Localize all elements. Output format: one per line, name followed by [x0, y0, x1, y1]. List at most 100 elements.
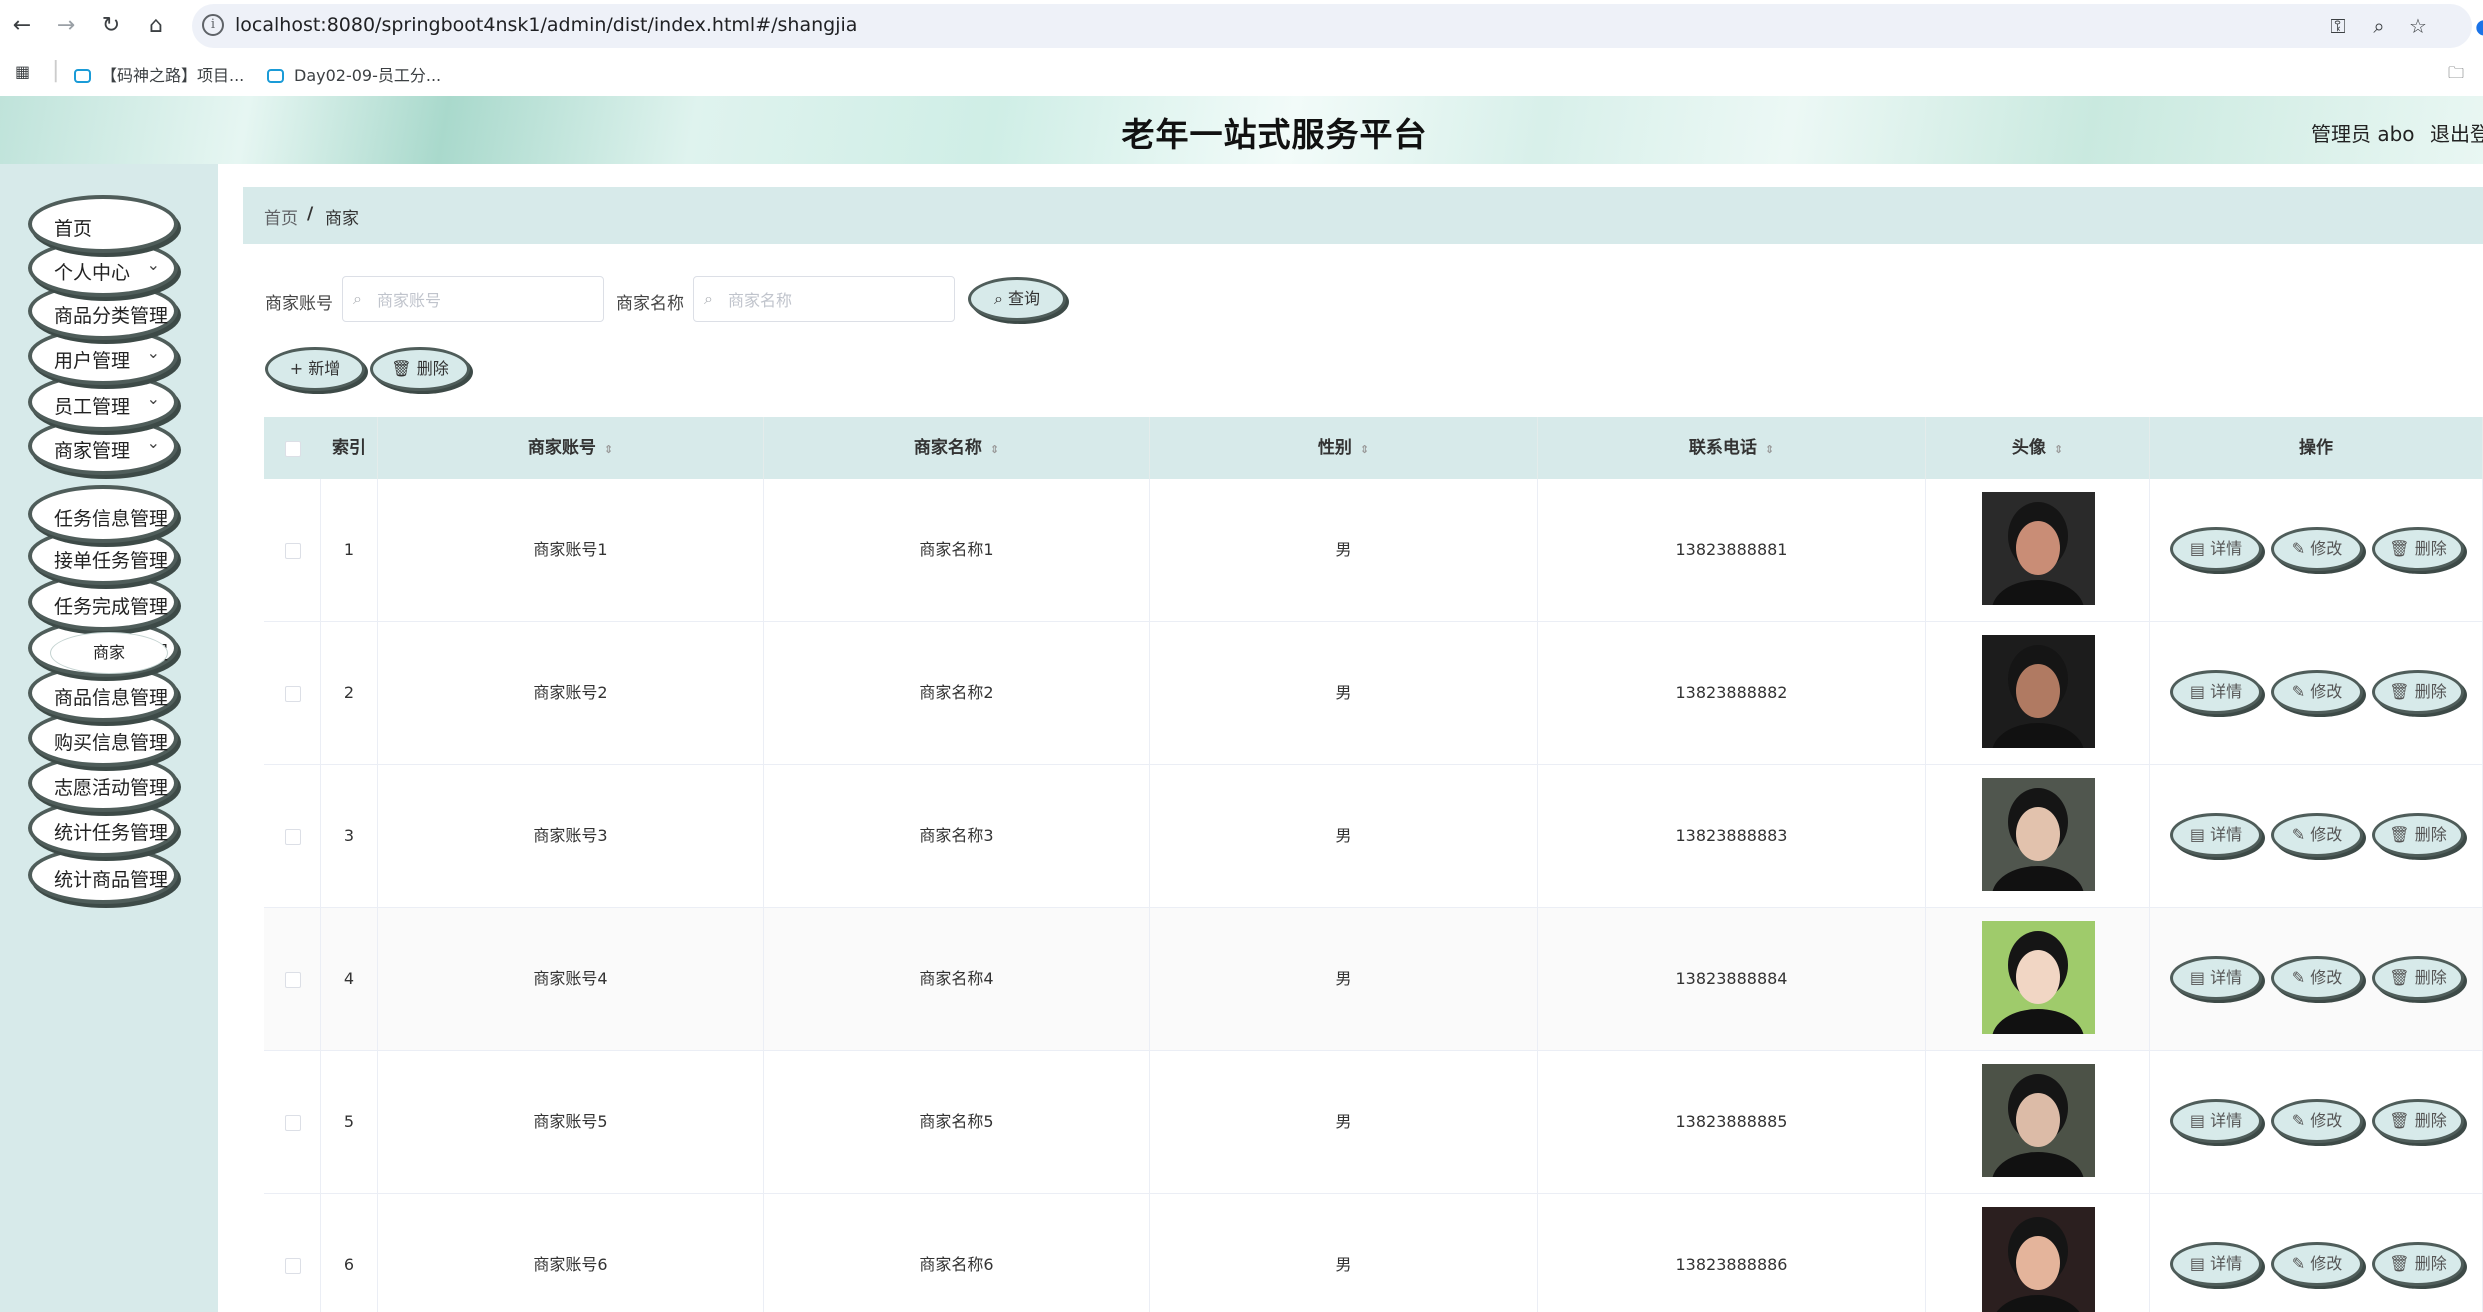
cell-name: 商家名称2 — [764, 622, 1150, 764]
sidebar-item-0[interactable]: 首页 — [28, 195, 178, 253]
zoom-icon[interactable]: ⌕ — [2366, 14, 2392, 38]
cell-phone: 13823888881 — [1538, 479, 1926, 621]
sidebar: 统计商品管理统计任务管理志愿活动管理购买信息管理商品信息管理店铺信息管理任务完成… — [0, 164, 218, 1312]
home-icon[interactable]: ⌂ — [140, 10, 172, 42]
browser-toolbar: ← → ↻ ⌂ i localhost:8080/springboot4nsk1… — [0, 0, 2483, 52]
cell-operations: ▤ 详情 ✎ 修改 🗑 删除 — [2150, 479, 2483, 621]
row-checkbox-cell — [264, 479, 321, 621]
sidebar-item-label: 首页 — [54, 218, 93, 240]
delete-button[interactable]: 🗑 删除 — [2372, 527, 2464, 571]
cell-name: 商家名称4 — [764, 908, 1150, 1050]
detail-icon: ▤ — [2189, 1111, 2211, 1130]
table-row: 1 商家账号1 商家名称1 男 13823888881 ▤ 详情 ✎ 修改 🗑 删除 — [264, 479, 2483, 622]
apps-grid-icon[interactable]: ▦ — [15, 62, 30, 81]
delete-button[interactable]: 🗑 删除 — [2372, 670, 2464, 714]
sidebar-subitem-shangjia[interactable]: 商家 — [50, 632, 168, 674]
edit-icon: ✎ — [2291, 1111, 2311, 1130]
detail-button[interactable]: ▤ 详情 — [2170, 1242, 2262, 1286]
name-search-field[interactable]: ⌕ — [693, 276, 955, 322]
detail-button[interactable]: ▤ 详情 — [2170, 813, 2262, 857]
forward-icon[interactable]: → — [50, 10, 82, 42]
address-bar[interactable]: i localhost:8080/springboot4nsk1/admin/d… — [192, 4, 2472, 48]
cell-account: 商家账号6 — [378, 1194, 764, 1312]
cell-phone: 13823888885 — [1538, 1051, 1926, 1193]
cell-index: 5 — [321, 1051, 378, 1193]
sort-icon[interactable]: ⇕ — [604, 443, 613, 456]
back-icon[interactable]: ← — [6, 10, 38, 42]
account-search-field[interactable]: ⌕ — [342, 276, 604, 322]
bookmark-item-1[interactable]: 【码神之路】项目... — [74, 62, 244, 86]
url-text: localhost:8080/springboot4nsk1/admin/dis… — [235, 14, 858, 36]
cell-gender: 男 — [1150, 479, 1538, 621]
edit-icon: ✎ — [2291, 682, 2311, 701]
sort-icon[interactable]: ⇕ — [990, 443, 999, 456]
select-all-checkbox[interactable] — [285, 441, 301, 457]
delete-button[interactable]: 🗑 删除 — [2372, 813, 2464, 857]
account-search-input[interactable] — [375, 286, 579, 314]
table-row: 2 商家账号2 商家名称2 男 13823888882 ▤ 详情 ✎ 修改 🗑 删除 — [264, 622, 2483, 765]
edit-button[interactable]: ✎ 修改 — [2271, 670, 2363, 714]
delete-button[interactable]: 🗑 删除 — [2372, 956, 2464, 1000]
admin-name: 管理员 abo — [2311, 122, 2415, 146]
delete-button[interactable]: 🗑 删除 — [2372, 1242, 2464, 1286]
avatar — [1982, 635, 2095, 748]
edit-button[interactable]: ✎ 修改 — [2271, 1099, 2363, 1143]
detail-icon: ▤ — [2189, 968, 2211, 987]
edit-icon: ✎ — [2291, 968, 2311, 987]
table-row: 6 商家账号6 商家名称6 男 13823888886 ▤ 详情 ✎ 修改 🗑 删除 — [264, 1194, 2483, 1312]
cell-name: 商家名称3 — [764, 765, 1150, 907]
edit-button[interactable]: ✎ 修改 — [2271, 527, 2363, 571]
column-header-3[interactable]: 性别 ⇕ — [1150, 417, 1538, 479]
sidebar-item-label: 个人中心 — [54, 262, 131, 284]
row-checkbox[interactable] — [285, 686, 301, 702]
profile-icon[interactable]: ● — [2468, 10, 2483, 42]
name-search-input[interactable] — [726, 286, 930, 314]
delete-button[interactable]: 🗑 删除 — [2372, 1099, 2464, 1143]
row-checkbox[interactable] — [285, 829, 301, 845]
cell-account: 商家账号4 — [378, 908, 764, 1050]
detail-button[interactable]: ▤ 详情 — [2170, 670, 2262, 714]
column-header-5[interactable]: 头像 ⇕ — [1926, 417, 2150, 479]
cell-phone: 13823888886 — [1538, 1194, 1926, 1312]
trash-icon: 🗑 — [2389, 968, 2415, 987]
detail-button[interactable]: ▤ 详情 — [2170, 527, 2262, 571]
logout-link[interactable]: 退出登录 — [2430, 118, 2483, 147]
sort-icon[interactable]: ⇕ — [1765, 443, 1774, 456]
detail-button[interactable]: ▤ 详情 — [2170, 956, 2262, 1000]
row-checkbox-cell — [264, 622, 321, 764]
column-header-4[interactable]: 联系电话 ⇕ — [1538, 417, 1926, 479]
edit-button[interactable]: ✎ 修改 — [2271, 1242, 2363, 1286]
bookmark-item-2[interactable]: Day02-09-员工分... — [267, 62, 441, 86]
trash-icon: 🗑 — [2389, 682, 2415, 701]
column-header-1[interactable]: 商家账号 ⇕ — [378, 417, 764, 479]
site-info-icon[interactable]: i — [202, 14, 224, 36]
row-checkbox[interactable] — [285, 543, 301, 559]
column-header-2[interactable]: 商家名称 ⇕ — [764, 417, 1150, 479]
cell-account: 商家账号1 — [378, 479, 764, 621]
row-checkbox[interactable] — [285, 1258, 301, 1274]
query-button[interactable]: ⌕ 查询 — [968, 277, 1066, 321]
password-key-icon[interactable]: ⚿ — [2325, 14, 2351, 38]
sidebar-item-6[interactable]: 任务信息管理 — [28, 485, 178, 543]
cell-name: 商家名称5 — [764, 1051, 1150, 1193]
batch-delete-button[interactable]: 🗑 删除 — [370, 347, 470, 391]
reload-icon[interactable]: ↻ — [95, 10, 127, 42]
detail-button[interactable]: ▤ 详情 — [2170, 1099, 2262, 1143]
sidebar-item-label: 任务信息管理 — [54, 508, 169, 530]
edit-button[interactable]: ✎ 修改 — [2271, 813, 2363, 857]
folder-icon[interactable]: 🗀 — [2448, 62, 2464, 89]
edit-button[interactable]: ✎ 修改 — [2271, 956, 2363, 1000]
row-checkbox[interactable] — [285, 972, 301, 988]
cell-operations: ▤ 详情 ✎ 修改 🗑 删除 — [2150, 1194, 2483, 1312]
add-button[interactable]: + 新增 — [265, 347, 365, 391]
cell-index: 2 — [321, 622, 378, 764]
sort-icon[interactable]: ⇕ — [2054, 443, 2063, 456]
row-checkbox-cell — [264, 765, 321, 907]
row-checkbox[interactable] — [285, 1115, 301, 1131]
detail-icon: ▤ — [2189, 682, 2211, 701]
bookmark-star-icon[interactable]: ☆ — [2405, 14, 2431, 38]
cell-operations: ▤ 详情 ✎ 修改 🗑 删除 — [2150, 765, 2483, 907]
breadcrumb-home[interactable]: 首页 — [264, 204, 298, 229]
cell-gender: 男 — [1150, 765, 1538, 907]
sort-icon[interactable]: ⇕ — [1360, 443, 1369, 456]
